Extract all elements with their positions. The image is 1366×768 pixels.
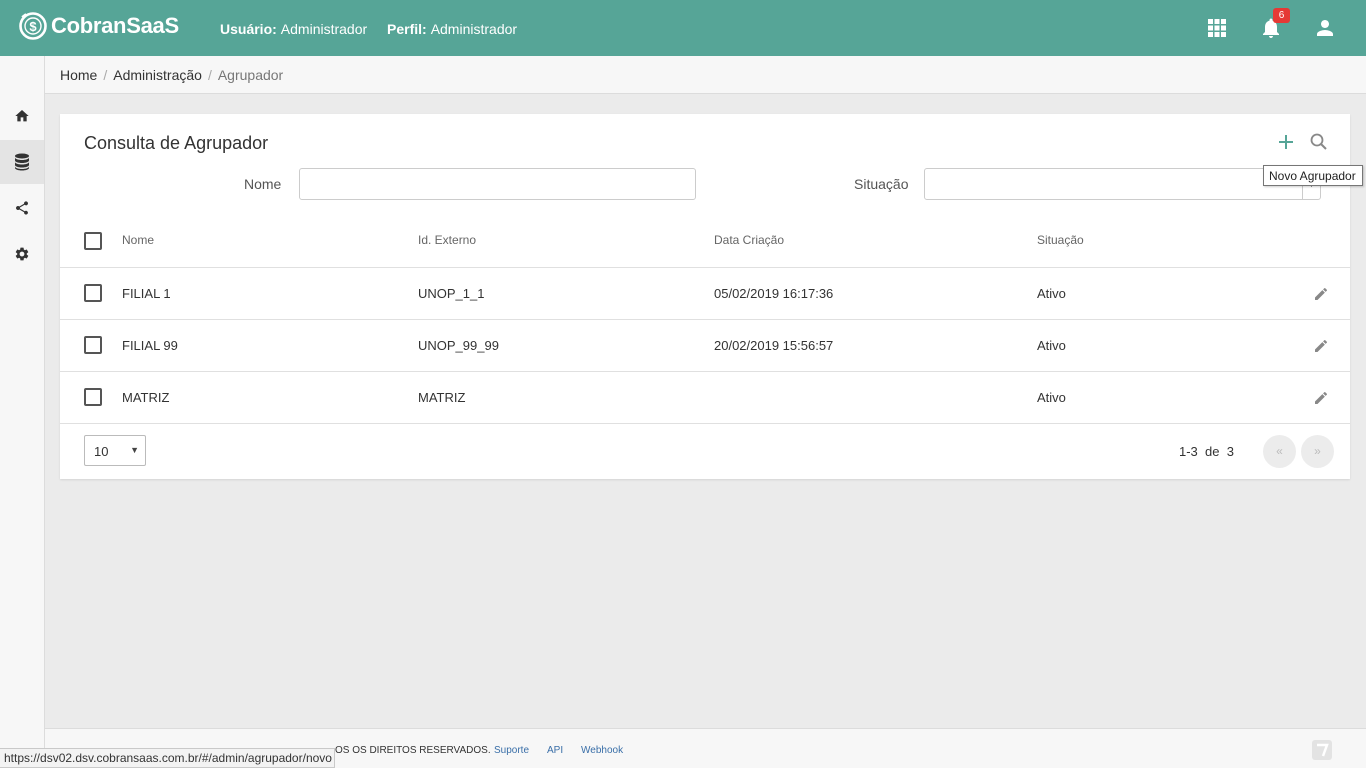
profile-label: Perfil: <box>387 21 427 37</box>
status-url: https://dsv02.dsv.cobransaas.com.br/#/ad… <box>0 748 335 768</box>
cell-situacao: Ativo <box>1037 286 1066 301</box>
cell-data-criacao: 05/02/2019 16:17:36 <box>714 286 834 301</box>
situacao-filter-select[interactable] <box>924 168 1321 200</box>
cell-id-externo: UNOP_1_1 <box>418 286 485 301</box>
brand-logo[interactable]: $ CobranSaaS <box>18 11 179 41</box>
divider <box>60 371 1350 372</box>
breadcrumb-separator: / <box>207 67 212 83</box>
breadcrumb-home[interactable]: Home <box>60 67 97 83</box>
footer-link-suporte[interactable]: Suporte <box>494 745 529 756</box>
cell-nome: MATRIZ <box>122 390 170 405</box>
sidebar-item-share[interactable] <box>0 186 44 230</box>
row-checkbox[interactable] <box>84 388 102 406</box>
user-value: Administrador <box>280 21 368 37</box>
pagination-of-label: de <box>1205 444 1220 459</box>
brand-name: CobranSaaS <box>51 13 179 38</box>
sidebar-item-database[interactable] <box>0 140 44 184</box>
column-header-data-criacao[interactable]: Data Criação <box>714 233 784 247</box>
user-label: Usuário: <box>220 21 277 37</box>
page-size-value: 10 <box>94 444 109 459</box>
row-checkbox[interactable] <box>84 336 102 354</box>
sidebar-item-home[interactable] <box>0 94 44 138</box>
profile-info: Perfil: Administrador <box>387 21 517 37</box>
notification-badge: 6 <box>1273 8 1290 23</box>
pagination-total: 3 <box>1226 444 1234 459</box>
prev-page-button[interactable]: « <box>1263 435 1296 468</box>
pencil-icon[interactable] <box>1313 286 1329 302</box>
column-header-situacao[interactable]: Situação <box>1037 233 1084 247</box>
top-bar: $ CobranSaaS Usuário: Administrador Perfi… <box>0 0 1366 56</box>
breadcrumb: Home / Administração / Agrupador <box>45 56 1366 94</box>
user-info: Usuário: Administrador <box>220 21 367 37</box>
breadcrumb-separator: / <box>103 67 108 83</box>
search-icon[interactable] <box>1309 132 1329 152</box>
row-checkbox[interactable] <box>84 284 102 302</box>
nome-filter-label: Nome <box>244 176 282 192</box>
pencil-icon[interactable] <box>1313 390 1329 406</box>
pagination-info: 1-3 de 3 <box>1179 444 1234 459</box>
footer-link-webhook[interactable]: Webhook <box>581 745 623 756</box>
cell-nome: FILIAL 99 <box>122 338 178 353</box>
user-icon[interactable] <box>1313 16 1337 40</box>
nome-filter-input[interactable] <box>299 168 696 200</box>
cell-situacao: Ativo <box>1037 390 1066 405</box>
database-icon <box>15 153 29 171</box>
column-header-nome[interactable]: Nome <box>122 233 154 247</box>
chevron-down-icon: ▼ <box>130 445 139 455</box>
copyright-text: OS OS DIREITOS RESERVADOS. <box>335 745 491 756</box>
share-icon <box>16 201 28 215</box>
pagination-range: 1-3 <box>1179 444 1198 459</box>
logo-icon: $ <box>19 12 47 40</box>
cell-data-criacao: 20/02/2019 15:56:57 <box>714 338 834 353</box>
gear-icon <box>15 247 29 261</box>
add-icon[interactable] <box>1276 132 1296 152</box>
page-size-select[interactable]: 10 ▼ <box>84 435 146 466</box>
next-page-button[interactable]: » <box>1301 435 1334 468</box>
divider <box>60 319 1350 320</box>
select-all-checkbox[interactable] <box>84 232 102 250</box>
divider <box>60 423 1350 424</box>
situacao-filter-label: Situação <box>854 176 909 192</box>
svg-text:$: $ <box>29 19 37 34</box>
footer-logo-icon <box>1312 740 1332 760</box>
apps-grid-icon[interactable] <box>1205 16 1229 40</box>
cell-id-externo: MATRIZ <box>418 390 466 405</box>
home-icon <box>15 110 29 122</box>
cell-situacao: Ativo <box>1037 338 1066 353</box>
footer-link-api[interactable]: API <box>547 745 563 756</box>
consulta-card: Consulta de Agrupador Nome Situação ▼ No… <box>60 114 1350 479</box>
divider <box>60 267 1350 268</box>
pencil-icon[interactable] <box>1313 338 1329 354</box>
page-title: Consulta de Agrupador <box>84 133 269 153</box>
profile-value: Administrador <box>430 21 518 37</box>
cell-id-externo: UNOP_99_99 <box>418 338 499 353</box>
breadcrumb-current: Agrupador <box>217 67 284 83</box>
sidebar <box>0 56 45 768</box>
breadcrumb-administracao[interactable]: Administração <box>113 67 202 83</box>
tooltip: Novo Agrupador <box>1263 165 1363 186</box>
column-header-id-externo[interactable]: Id. Externo <box>418 233 476 247</box>
cell-nome: FILIAL 1 <box>122 286 171 301</box>
sidebar-item-settings[interactable] <box>0 232 44 276</box>
